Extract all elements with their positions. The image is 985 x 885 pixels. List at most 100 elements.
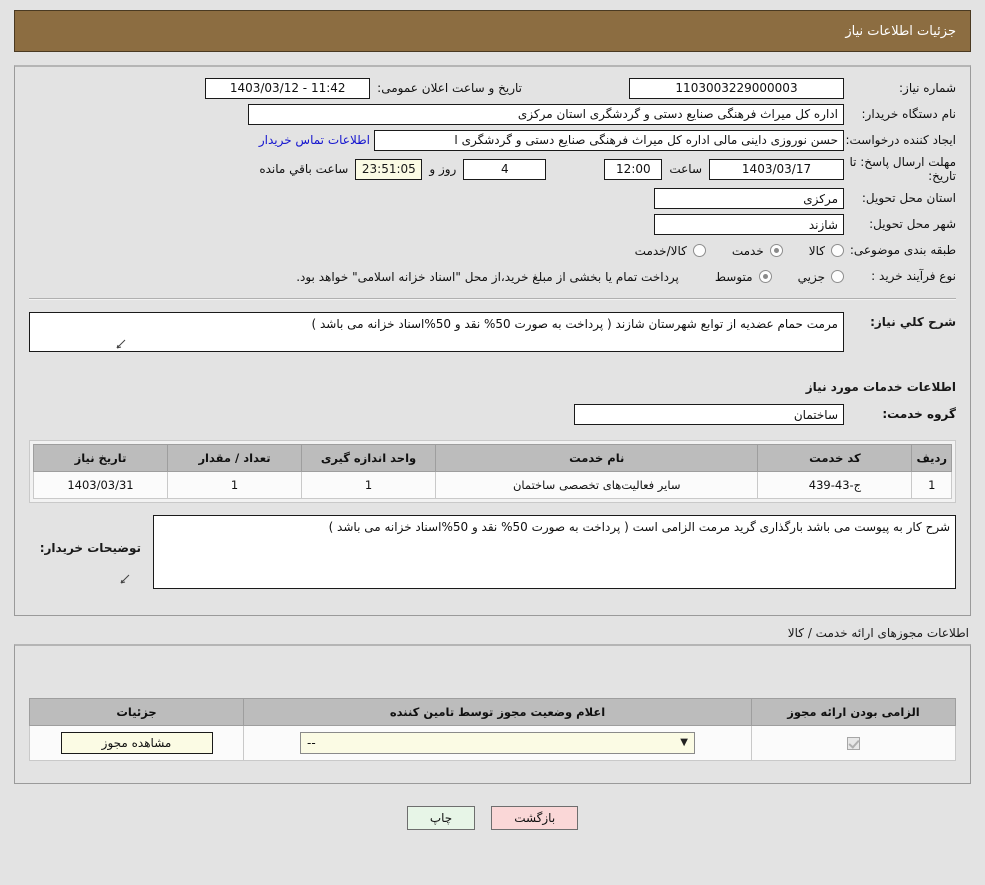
remaining-hours-label: ساعت باقي مانده (259, 162, 349, 177)
buyer-org-label: نام دستگاه خریدار: (861, 106, 957, 121)
col-license-details: جزئیات (29, 697, 244, 726)
need-number-value: 1103003229000003 (629, 77, 844, 99)
row-request-creator: ایجاد کننده درخواست: حسن نوروزی داینی ما… (29, 129, 956, 151)
licenses-table: الزامی بودن ارائه مجوز اعلام وضعیت مجوز … (29, 697, 956, 761)
remaining-days-value: 4 (463, 158, 547, 180)
service-group-label: گروه خدمت: (882, 407, 956, 422)
cell-code: ج-43-439 (757, 470, 913, 499)
row-delivery-province: استان محل تحویل: مرکزی (29, 188, 956, 210)
row-purchase-process: نوع فرآیند خرید : جزیي متوسط پرداخت تمام… (29, 266, 956, 288)
buyer-notes-label: توضیحات خریدار: (39, 540, 141, 555)
announcement-value: 11:42 - 1403/03/12 (205, 77, 371, 99)
row-delivery-city: شهر محل تحویل: شازند (29, 214, 956, 236)
delivery-city-label: شهر محل تحویل: (869, 217, 956, 232)
cell-license-required (751, 724, 956, 761)
radio-label-kala-khedmat: کالا/خدمت (634, 243, 687, 258)
row-need-number: شماره نیاز: 1103003229000003 تاریخ و ساع… (29, 77, 956, 99)
general-description-label: شرح كلي نياز: (870, 314, 956, 329)
cell-license-details: مشاهده مجوز (29, 724, 244, 761)
col-unit: واحد اندازه گیری (301, 443, 436, 472)
purchase-process-radio-group: جزیي متوسط (689, 270, 844, 284)
service-group-value: ساختمان (574, 404, 844, 426)
services-table-header-row: ردیف کد خدمت نام خدمت واحد اندازه گیری ت… (33, 443, 952, 472)
row-buyer-org: نام دستگاه خریدار: اداره کل میراث فرهنگی… (29, 103, 956, 125)
need-number-label: شماره نیاز: (899, 80, 956, 95)
countdown-timer: 23:51:05 (355, 158, 423, 180)
purchase-process-label: نوع فرآیند خرید : (871, 269, 956, 284)
col-license-status: اعلام وضعیت مجوز توسط تامین کننده (243, 697, 752, 726)
cell-unit: 1 (301, 470, 436, 499)
page-title: جزئیات اطلاعات نیاز (845, 23, 956, 39)
row-subject-category: طبقه بندی موضوعی: کالا خدمت کالا/خدمت (29, 240, 956, 262)
col-name: نام خدمت (434, 443, 759, 472)
license-required-checkbox[interactable] (847, 736, 860, 750)
cell-need-date: 1403/03/31 (33, 470, 168, 499)
radio-button-khedmat[interactable] (769, 244, 783, 258)
back-button[interactable]: بازگشت (491, 805, 579, 830)
row-service-group: گروه خدمت: ساختمان (29, 404, 956, 426)
cell-license-status: ▼ -- (243, 724, 752, 761)
subject-category-radio-group: کالا خدمت کالا/خدمت (609, 244, 844, 258)
view-license-button[interactable]: مشاهده مجوز (60, 731, 213, 754)
cell-index: 1 (911, 470, 952, 499)
resize-grip-icon-2[interactable] (120, 574, 130, 584)
row-general-description: شرح كلي نياز: مرمت حمام عضدیه از توابع ش… (29, 311, 956, 352)
radio-option-motevaset[interactable]: متوسط (715, 270, 772, 284)
radio-option-kala-khedmat[interactable]: کالا/خدمت (635, 244, 706, 258)
row-buyer-notes: شرح کار به پیوست می باشد بارگذاری گرید م… (29, 514, 956, 589)
table-row: 1 ج-43-439 سایر فعالیت‌های تخصصی ساختمان… (33, 470, 952, 499)
delivery-province-label: استان محل تحویل: (861, 191, 956, 206)
col-code: کد خدمت (757, 443, 913, 472)
services-table: ردیف کد خدمت نام خدمت واحد اندازه گیری ت… (33, 443, 952, 499)
days-label: روز و (429, 162, 457, 177)
radio-option-khedmat[interactable]: خدمت (732, 244, 783, 258)
need-details-panel: شماره نیاز: 1103003229000003 تاریخ و ساع… (14, 65, 971, 616)
col-quantity: تعداد / مقدار (167, 443, 302, 472)
licenses-panel: الزامی بودن ارائه مجوز اعلام وضعیت مجوز … (14, 643, 971, 784)
radio-button-motevaset[interactable] (758, 270, 772, 284)
cell-quantity: 1 (167, 470, 302, 499)
services-section-title: اطلاعات خدمات مورد نیاز (805, 379, 956, 394)
buyer-org-value: اداره کل میراث فرهنگی صنایع دستی و گردشگ… (248, 103, 844, 125)
delivery-province-value: مرکزی (654, 188, 844, 210)
hour-label: ساعت (669, 162, 702, 177)
radio-label-motevaset: متوسط (714, 269, 753, 284)
request-creator-value: حسن نوروزی داینی مالی اداره کل میراث فره… (374, 129, 844, 151)
chevron-down-icon: ▼ (680, 737, 688, 749)
announcement-label: تاریخ و ساعت اعلان عمومی: (377, 81, 522, 95)
table-row: ▼ -- مشاهده مجوز (29, 724, 956, 761)
licenses-section-caption: اطلاعات مجوزهای ارائه خدمت / کالا (787, 625, 969, 640)
radio-button-kala[interactable] (831, 244, 844, 258)
licenses-table-header-row: الزامی بودن ارائه مجوز اعلام وضعیت مجوز … (29, 697, 956, 726)
cell-name: سایر فعالیت‌های تخصصی ساختمان (434, 470, 759, 499)
deadline-time-value: 12:00 (604, 158, 663, 180)
radio-label-jozi: جزیي (797, 269, 825, 284)
row-response-deadline: مهلت ارسال پاسخ: تا تاریخ: 1403/03/17 سا… (29, 155, 956, 184)
print-button[interactable]: چاپ (406, 805, 476, 830)
deadline-date-value: 1403/03/17 (709, 158, 844, 180)
resize-grip-icon[interactable] (116, 339, 126, 349)
deadline-label: مهلت ارسال پاسخ: تا تاریخ: (849, 155, 956, 184)
delivery-city-value: شازند (654, 214, 844, 236)
radio-button-kala-khedmat[interactable] (692, 244, 706, 258)
subject-category-label: طبقه بندی موضوعی: (849, 243, 956, 258)
page-title-bar: جزئیات اطلاعات نیاز (14, 10, 971, 52)
general-description-textarea[interactable]: مرمت حمام عضدیه از توابع شهرستان شازند (… (29, 311, 844, 352)
services-table-container: ردیف کد خدمت نام خدمت واحد اندازه گیری ت… (29, 439, 956, 503)
section-divider (29, 297, 956, 300)
buyer-notes-textarea[interactable]: شرح کار به پیوست می باشد بارگذاری گرید م… (153, 514, 956, 589)
buyer-contact-link[interactable]: اطلاعات تماس خریدار (259, 133, 374, 147)
col-license-required: الزامی بودن ارائه مجوز (751, 697, 956, 726)
footer-buttons: بازگشت چاپ (0, 805, 985, 830)
license-status-select[interactable]: ▼ -- (300, 731, 695, 754)
col-index: ردیف (911, 443, 952, 472)
license-status-value: -- (307, 735, 316, 750)
col-need-date: تاریخ نیاز (33, 443, 168, 472)
radio-option-jozi[interactable]: جزیي (798, 270, 844, 284)
radio-label-kala: کالا (808, 243, 825, 258)
treasury-note: پرداخت تمام یا بخشی از مبلغ خرید،از محل … (296, 269, 679, 284)
radio-label-khedmat: خدمت (731, 243, 764, 258)
request-creator-label: ایجاد کننده درخواست: (845, 132, 956, 147)
radio-option-kala[interactable]: کالا (809, 244, 844, 258)
radio-button-jozi[interactable] (831, 270, 844, 284)
